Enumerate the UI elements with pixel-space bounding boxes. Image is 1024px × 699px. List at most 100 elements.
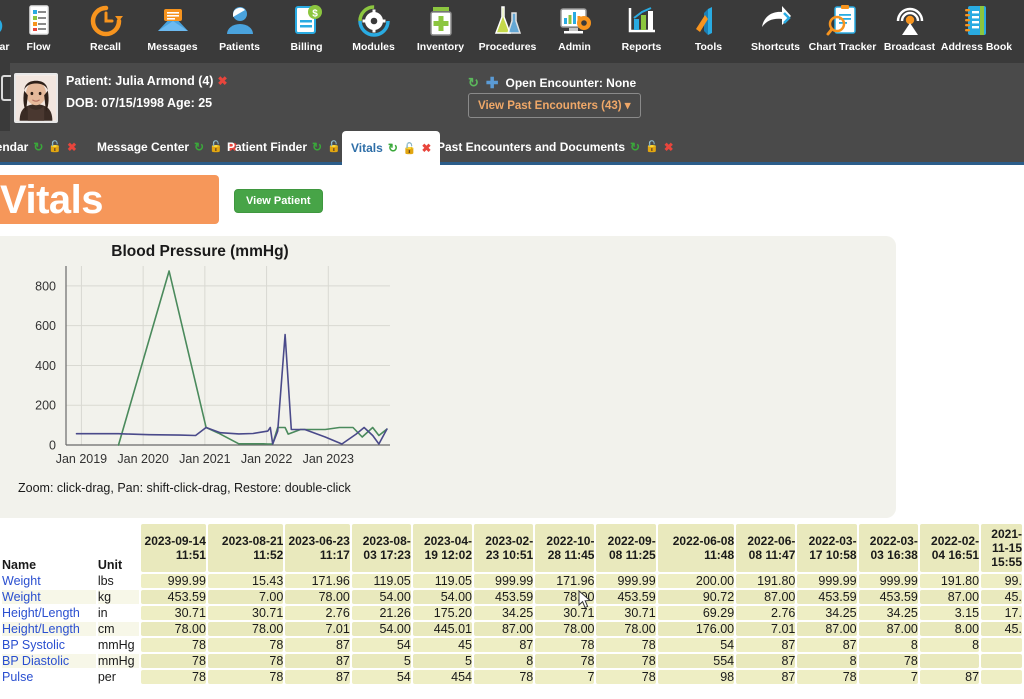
vital-value-cell[interactable]: 7.01: [285, 622, 350, 636]
vital-value-cell[interactable]: 87: [285, 638, 350, 652]
toolbar-item-shortcuts[interactable]: Shortcuts: [742, 0, 809, 63]
vital-value-cell[interactable]: 87: [736, 654, 795, 668]
vital-value-cell[interactable]: [920, 654, 979, 668]
vital-value-cell[interactable]: 78: [535, 654, 594, 668]
toolbar-item-procedures[interactable]: Procedures: [474, 0, 541, 63]
vital-value-cell[interactable]: 119.05: [413, 574, 472, 588]
vital-value-cell[interactable]: 34.25: [859, 606, 918, 620]
vital-value-cell[interactable]: 78: [208, 654, 283, 668]
refresh-icon[interactable]: ↻: [312, 140, 322, 154]
refresh-icon[interactable]: ↻: [630, 140, 640, 154]
vital-value-cell[interactable]: 45.: [981, 590, 1022, 604]
vital-name-link[interactable]: Height/Length: [2, 622, 96, 636]
vital-value-cell[interactable]: 78.00: [596, 622, 655, 636]
tab-vitals[interactable]: Vitals ↻ 🔓 ✖: [342, 131, 440, 165]
vital-value-cell[interactable]: 453.59: [859, 590, 918, 604]
vital-value-cell[interactable]: 999.99: [474, 574, 533, 588]
vital-value-cell[interactable]: 90.72: [658, 590, 734, 604]
close-icon[interactable]: ✖: [664, 140, 674, 154]
toolbar-item-patients[interactable]: Patients: [206, 0, 273, 63]
vital-value-cell[interactable]: 78.00: [535, 622, 594, 636]
vital-value-cell[interactable]: 171.96: [535, 574, 594, 588]
vital-name-link[interactable]: Weight: [2, 574, 96, 588]
vital-value-cell[interactable]: 8: [920, 638, 979, 652]
vital-value-cell[interactable]: 30.71: [208, 606, 283, 620]
vital-value-cell[interactable]: 30.71: [596, 606, 655, 620]
vital-value-cell[interactable]: 87: [920, 670, 979, 684]
vital-value-cell[interactable]: 78: [596, 670, 655, 684]
toolbar-item-billing[interactable]: $ Billing: [273, 0, 340, 63]
vital-value-cell[interactable]: 7: [859, 670, 918, 684]
vital-value-cell[interactable]: 87: [285, 654, 350, 668]
vital-name-link[interactable]: Height/Length: [2, 606, 96, 620]
vital-value-cell[interactable]: 30.71: [535, 606, 594, 620]
lock-icon[interactable]: 🔓: [48, 140, 62, 153]
vital-name-link[interactable]: Pulse: [2, 670, 96, 684]
vital-value-cell[interactable]: 175.20: [413, 606, 472, 620]
vital-value-cell[interactable]: 453.59: [474, 590, 533, 604]
toolbar-item-flow[interactable]: Flow: [5, 0, 72, 63]
column-header-date[interactable]: 2023-06-23 11:17: [285, 524, 350, 572]
vital-value-cell[interactable]: 999.99: [797, 574, 856, 588]
column-header-date[interactable]: 2023-09-14 11:51: [141, 524, 206, 572]
vital-value-cell[interactable]: 554: [658, 654, 734, 668]
vital-value-cell[interactable]: 87: [797, 638, 856, 652]
vital-value-cell[interactable]: 176.00: [658, 622, 734, 636]
vital-value-cell[interactable]: 87.00: [797, 622, 856, 636]
lock-icon[interactable]: 🔓: [403, 142, 417, 155]
vital-value-cell[interactable]: 5: [413, 654, 472, 668]
vital-value-cell[interactable]: 191.80: [920, 574, 979, 588]
vital-value-cell[interactable]: 78: [208, 638, 283, 652]
vital-value-cell[interactable]: 54.00: [352, 590, 411, 604]
vital-value-cell[interactable]: 21.26: [352, 606, 411, 620]
vital-value-cell[interactable]: 34.25: [797, 606, 856, 620]
vital-value-cell[interactable]: 999.99: [141, 574, 206, 588]
refresh-icon[interactable]: ↻: [468, 75, 479, 91]
column-header-date[interactable]: 2022-09-08 11:25: [596, 524, 655, 572]
vital-value-cell[interactable]: 30.71: [141, 606, 206, 620]
vital-value-cell[interactable]: 54: [352, 638, 411, 652]
vital-value-cell[interactable]: 78: [535, 638, 594, 652]
toolbar-item-recall[interactable]: Recall: [72, 0, 139, 63]
vital-value-cell[interactable]: [981, 670, 1022, 684]
vital-value-cell[interactable]: 445.01: [413, 622, 472, 636]
toolbar-item-broadcast[interactable]: Broadcast: [876, 0, 943, 63]
view-past-encounters-button[interactable]: View Past Encounters (43) ▾: [468, 93, 641, 118]
vital-value-cell[interactable]: 2.76: [285, 606, 350, 620]
column-header-date[interactable]: 2022-03-17 10:58: [797, 524, 856, 572]
vital-value-cell[interactable]: 45.: [981, 622, 1022, 636]
vital-value-cell[interactable]: 98: [658, 670, 734, 684]
vital-value-cell[interactable]: 2.76: [736, 606, 795, 620]
vital-value-cell[interactable]: 87.00: [474, 622, 533, 636]
blood-pressure-chart[interactable]: Blood Pressure (mmHg) 0200400600800Jan 2…: [0, 236, 420, 518]
view-patient-button[interactable]: View Patient: [234, 189, 323, 213]
vital-value-cell[interactable]: 7: [535, 670, 594, 684]
add-encounter-icon[interactable]: ✚: [486, 74, 499, 92]
vital-value-cell[interactable]: 87: [736, 670, 795, 684]
vital-value-cell[interactable]: 54: [352, 670, 411, 684]
vital-name-link[interactable]: Weight: [2, 590, 96, 604]
column-header-date[interactable]: 2022-02-04 16:51: [920, 524, 979, 572]
refresh-icon[interactable]: ↻: [33, 140, 43, 154]
toolbar-item-messages[interactable]: Messages: [139, 0, 206, 63]
vital-value-cell[interactable]: 191.80: [736, 574, 795, 588]
vital-value-cell[interactable]: 78: [141, 670, 206, 684]
column-header-date[interactable]: 2023-02-23 10:51: [474, 524, 533, 572]
vital-value-cell[interactable]: 54.00: [352, 622, 411, 636]
vital-value-cell[interactable]: 453.59: [797, 590, 856, 604]
vital-value-cell[interactable]: 200.00: [658, 574, 734, 588]
vital-value-cell[interactable]: 99.: [981, 574, 1022, 588]
column-header-date[interactable]: 2023-08-03 17:23: [352, 524, 411, 572]
lock-icon[interactable]: 🔓: [645, 140, 659, 153]
column-header-date[interactable]: 2023-04-19 12:02: [413, 524, 472, 572]
vital-value-cell[interactable]: 78: [596, 654, 655, 668]
vital-value-cell[interactable]: 999.99: [596, 574, 655, 588]
vital-value-cell[interactable]: 78.00: [285, 590, 350, 604]
vital-value-cell[interactable]: [981, 638, 1022, 652]
vital-value-cell[interactable]: 171.96: [285, 574, 350, 588]
close-icon[interactable]: ✖: [67, 140, 77, 154]
column-header-date[interactable]: 2022-03-03 16:38: [859, 524, 918, 572]
chart-plot[interactable]: 0200400600800Jan 2019Jan 2020Jan 2021Jan…: [0, 260, 420, 485]
vital-value-cell[interactable]: 78: [141, 654, 206, 668]
vital-value-cell[interactable]: [981, 654, 1022, 668]
